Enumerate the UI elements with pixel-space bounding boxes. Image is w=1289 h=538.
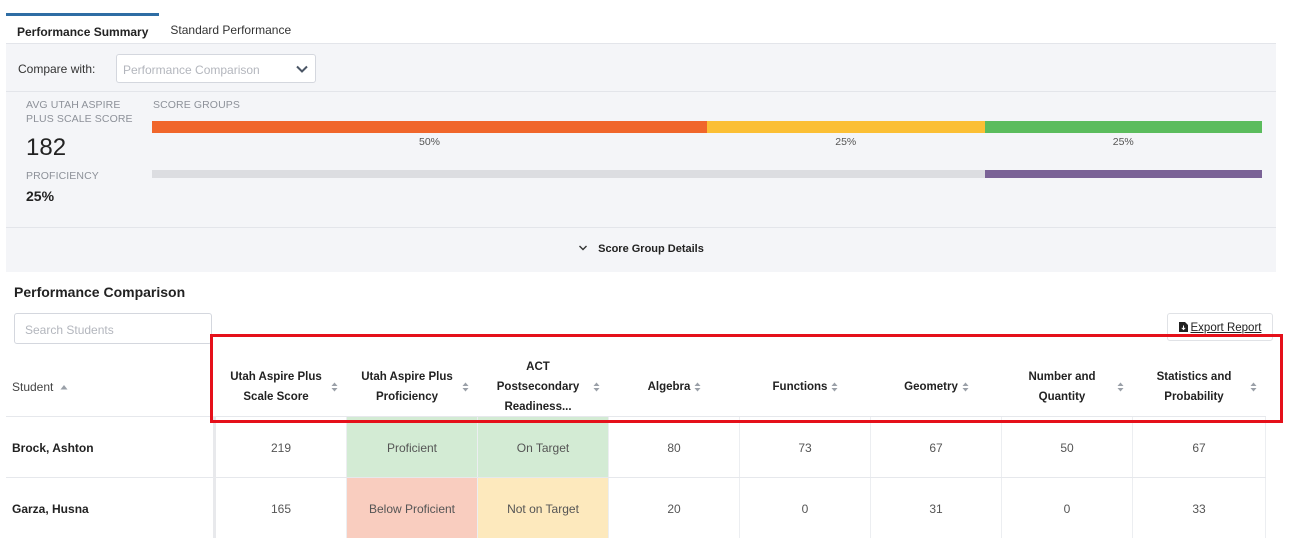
column-header-3[interactable]: ACT Postsecondary Readiness... [478, 358, 609, 416]
chevron-down-icon [579, 245, 588, 251]
student-name[interactable]: Brock, Ashton [6, 417, 216, 478]
table-cell-functions: 73 [740, 417, 871, 478]
score-group-percent-1: 50% [418, 136, 440, 148]
column-header-label: Number and Quantity [1028, 371, 1096, 403]
column-header-label: Functions [772, 381, 828, 393]
table-cell-scale-score: 165 [216, 478, 347, 538]
table-cell-proficiency: Proficient [347, 417, 478, 478]
score-group-bar-3[interactable] [984, 121, 1262, 133]
column-header-1[interactable]: Utah Aspire Plus Scale Score [216, 358, 347, 416]
column-header-label: Student [12, 380, 54, 394]
sort-icon[interactable] [331, 382, 338, 392]
compare-row: Compare with: Performance Comparison [6, 44, 1276, 92]
table-cell-act: On Target [478, 417, 609, 478]
sort-icon[interactable] [462, 382, 469, 392]
table-cell-number-quantity: 50 [1002, 417, 1133, 478]
column-header-label: Utah Aspire Plus Scale Score [230, 371, 322, 403]
table-cell-statistics: 33 [1133, 478, 1266, 538]
frozen-column-divider [213, 416, 216, 538]
table-cell-act: Not on Target [478, 478, 609, 538]
table-cell-functions: 0 [740, 478, 871, 538]
score-group-bar-2[interactable] [707, 121, 985, 133]
sort-icon[interactable] [1250, 382, 1257, 392]
tab-standard-performance[interactable]: Standard Performance [159, 13, 302, 43]
proficiency-value: 25% [26, 188, 55, 204]
table-row[interactable]: Brock, Ashton 219 Proficient On Target 80 73 6… [6, 417, 1266, 478]
table-cell-algebra: 80 [609, 417, 740, 478]
file-export-icon [1178, 322, 1188, 332]
table-cell-statistics: 67 [1133, 417, 1266, 478]
score-group-details-row: Score Group Details [6, 227, 1276, 273]
sort-ascending-icon[interactable] [60, 384, 68, 390]
sort-icon[interactable] [962, 382, 969, 392]
column-header-0[interactable]: Student [6, 358, 216, 416]
column-header-2[interactable]: Utah Aspire Plus Proficiency [347, 358, 478, 416]
report-tabs: Performance Summary Standard Performance [6, 13, 1276, 43]
column-header-7[interactable]: Number and Quantity [1002, 358, 1133, 416]
performance-comparison-title: Performance Comparison [14, 284, 186, 300]
avg-scale-score-label: AVG UTAH ASPIRE PLUS SCALE SCORE [26, 99, 133, 125]
search-placeholder: Search Students [25, 323, 114, 337]
column-header-label: Statistics and Probability [1156, 371, 1232, 403]
column-header-label: ACT Postsecondary Readiness... [496, 361, 580, 413]
summary-panel: Compare with: Performance Comparison AVG… [6, 43, 1276, 272]
proficiency-label: PROFICIENCY [26, 170, 99, 182]
table-row[interactable]: Garza, Husna 165 Below Proficient Not on Ta… [6, 478, 1266, 538]
export-report-button[interactable]: Export Report [1167, 313, 1273, 341]
avg-scale-score-value: 182 [26, 134, 67, 161]
sort-icon[interactable] [831, 382, 838, 392]
column-header-4[interactable]: Algebra [609, 358, 740, 416]
sort-icon[interactable] [694, 382, 701, 392]
score-group-bar-1[interactable] [152, 121, 707, 133]
score-group-details-label: Score Group Details [598, 243, 704, 255]
column-header-5[interactable]: Functions [740, 358, 871, 416]
score-group-details-toggle[interactable]: Score Group Details [6, 243, 1276, 255]
export-report-label: Export Report [1190, 322, 1262, 334]
table-cell-scale-score: 219 [216, 417, 347, 478]
column-header-label: Geometry [904, 381, 958, 393]
compare-label: Compare with: [18, 62, 96, 76]
tab-performance-summary[interactable]: Performance Summary [6, 13, 160, 43]
column-header-label: Algebra [647, 381, 691, 393]
chevron-down-icon [296, 65, 308, 73]
student-name[interactable]: Garza, Husna [6, 478, 216, 538]
table-cell-algebra: 20 [609, 478, 740, 538]
score-group-percent-3: 25% [1112, 136, 1134, 148]
sort-icon[interactable] [593, 382, 600, 392]
table-cell-geometry: 67 [871, 417, 1002, 478]
column-header-8[interactable]: Statistics and Probability [1133, 358, 1266, 416]
score-groups-label: SCORE GROUPS [153, 99, 240, 111]
sort-icon[interactable] [1117, 382, 1124, 392]
table-cell-number-quantity: 0 [1002, 478, 1133, 538]
table-cell-geometry: 31 [871, 478, 1002, 538]
compare-select[interactable]: Performance Comparison [116, 54, 316, 83]
table-cell-proficiency: Below Proficient [347, 478, 478, 538]
search-students-input[interactable]: Search Students [14, 313, 212, 344]
proficiency-bar-fill [984, 170, 1262, 178]
column-header-label: Utah Aspire Plus Proficiency [361, 371, 453, 403]
column-header-6[interactable]: Geometry [871, 358, 1002, 416]
score-group-percent-2: 25% [835, 136, 857, 148]
compare-select-placeholder: Performance Comparison [123, 63, 260, 77]
